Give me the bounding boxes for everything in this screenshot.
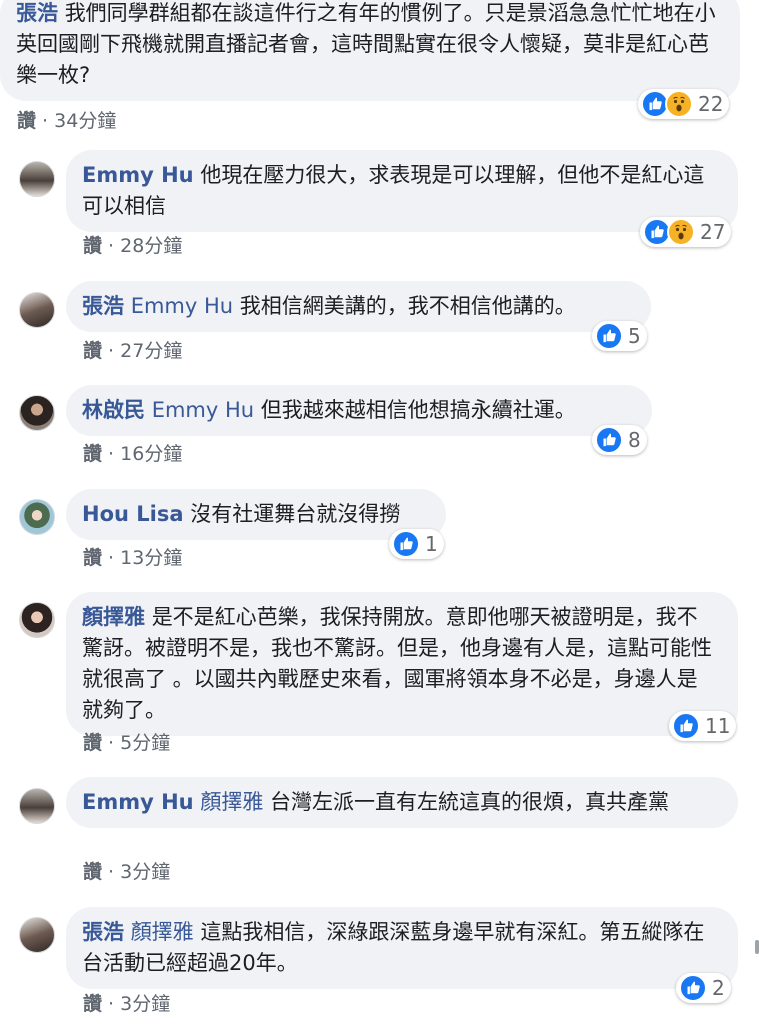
comment-text: 我們同學群組都在談這件行之有年的慣例了。只是景滔急急忙忙地在小英回國剛下飛機就開…: [16, 1, 716, 87]
reaction-summary[interactable]: 22: [638, 89, 730, 119]
avatar[interactable]: [19, 499, 55, 535]
reaction-summary[interactable]: 27: [640, 217, 732, 247]
avatar[interactable]: [19, 395, 55, 431]
mention-link[interactable]: Emmy Hu: [131, 294, 233, 318]
comment-bubble: Hou Lisa 沒有社運舞台就沒得撈: [66, 489, 446, 540]
mention-link[interactable]: 顏擇雅: [131, 920, 194, 944]
commenter-name[interactable]: Emmy Hu: [82, 790, 194, 814]
reaction-summary[interactable]: 1: [389, 529, 444, 559]
comment-meta: 讚 · 27分鐘: [83, 340, 183, 362]
commenter-name[interactable]: 顏擇雅: [82, 605, 145, 629]
comment-time[interactable]: 13分鐘: [120, 547, 182, 569]
avatar[interactable]: [19, 917, 55, 953]
comment-meta: 讚 · 13分鐘: [83, 547, 183, 569]
comment-text: 但我越來越相信他想搞永續社運。: [260, 398, 576, 422]
like-icon: [672, 712, 700, 740]
comment-bubble: 顏擇雅 是不是紅心芭樂，我保持開放。意即他哪天被證明是，我不驚訝。被證明不是，我…: [66, 592, 738, 736]
comment-bubble: 林啟民 Emmy Hu 但我越來越相信他想搞永續社運。: [66, 385, 652, 436]
reaction-count: 8: [628, 428, 641, 452]
comment-text: 我相信網美講的，我不相信他講的。: [239, 294, 576, 318]
avatar[interactable]: [19, 292, 55, 328]
reaction-count: 1: [425, 532, 438, 556]
like-link[interactable]: 讚: [17, 110, 36, 132]
reaction-summary[interactable]: 8: [592, 425, 647, 455]
like-icon: [679, 974, 707, 1002]
wow-icon: [667, 218, 695, 246]
reaction-summary[interactable]: 11: [669, 711, 737, 741]
avatar[interactable]: [19, 602, 55, 638]
comment-bubble: 張浩 Emmy Hu 我相信網美講的，我不相信他講的。: [66, 281, 651, 332]
avatar[interactable]: [19, 788, 55, 824]
comment-bubble: Emmy Hu 他現在壓力很大，求表現是可以理解，但他不是紅心這可以相信: [66, 150, 738, 232]
comment-meta: 讚 · 16分鐘: [83, 443, 183, 465]
reaction-count: 11: [705, 714, 731, 738]
comment-thread: 張浩 我們同學群組都在談這件行之有年的慣例了。只是景滔急急忙忙地在小英回國剛下飛…: [0, 0, 759, 1024]
like-icon: [595, 322, 623, 350]
comment-time[interactable]: 28分鐘: [120, 235, 182, 257]
like-link[interactable]: 讚: [83, 993, 102, 1015]
comment-time[interactable]: 16分鐘: [120, 443, 182, 465]
avatar[interactable]: [19, 161, 55, 197]
reaction-summary[interactable]: 5: [592, 321, 647, 351]
comment-meta: 讚 · 3分鐘: [83, 861, 171, 883]
reaction-count: 27: [700, 220, 726, 244]
scroll-handle[interactable]: [755, 940, 759, 954]
like-icon: [595, 426, 623, 454]
comment-text: 沒有社運舞台就沒得撈: [190, 502, 401, 526]
like-link[interactable]: 讚: [83, 861, 102, 883]
mention-link[interactable]: Emmy Hu: [152, 398, 254, 422]
comment-time[interactable]: 27分鐘: [120, 340, 182, 362]
comment-meta: 讚 · 28分鐘: [83, 235, 183, 257]
comment-bubble: 張浩 我們同學群組都在談這件行之有年的慣例了。只是景滔急急忙忙地在小英回國剛下飛…: [0, 0, 740, 101]
reaction-summary[interactable]: 2: [676, 973, 731, 1003]
like-link[interactable]: 讚: [83, 340, 102, 362]
commenter-name[interactable]: 張浩: [16, 1, 58, 25]
comment-meta: 讚 · 3分鐘: [83, 993, 171, 1015]
comment-time[interactable]: 3分鐘: [120, 861, 170, 883]
reaction-count: 2: [712, 976, 725, 1000]
comment-time[interactable]: 34分鐘: [54, 110, 116, 132]
wow-icon: [665, 90, 693, 118]
commenter-name[interactable]: Emmy Hu: [82, 163, 194, 187]
commenter-name[interactable]: Hou Lisa: [82, 502, 184, 526]
reaction-count: 5: [628, 324, 641, 348]
like-link[interactable]: 讚: [83, 235, 102, 257]
comment-time[interactable]: 3分鐘: [120, 993, 170, 1015]
comment-meta: 讚 · 34分鐘: [17, 110, 117, 132]
comment-bubble: 張浩 顏擇雅 這點我相信，深綠跟深藍身邊早就有深紅。第五縱隊在台活動已經超過20…: [66, 907, 738, 989]
like-icon: [392, 530, 420, 558]
comment-bubble: Emmy Hu 顏擇雅 台灣左派一直有左統這真的很煩，真共產黨: [66, 777, 738, 828]
comment-meta: 讚 · 5分鐘: [83, 732, 171, 754]
comment-text: 是不是紅心芭樂，我保持開放。意即他哪天被證明是，我不驚訝。被證明不是，我也不驚訝…: [82, 605, 712, 722]
like-link[interactable]: 讚: [83, 547, 102, 569]
commenter-name[interactable]: 張浩: [82, 920, 124, 944]
like-link[interactable]: 讚: [83, 732, 102, 754]
like-link[interactable]: 讚: [83, 443, 102, 465]
comment-text: 台灣左派一直有左統這真的很煩，真共產黨: [270, 790, 670, 814]
mention-link[interactable]: 顏擇雅: [200, 790, 263, 814]
commenter-name[interactable]: 林啟民: [82, 398, 145, 422]
reaction-count: 22: [698, 92, 724, 116]
comment-time[interactable]: 5分鐘: [120, 732, 170, 754]
commenter-name[interactable]: 張浩: [82, 294, 124, 318]
